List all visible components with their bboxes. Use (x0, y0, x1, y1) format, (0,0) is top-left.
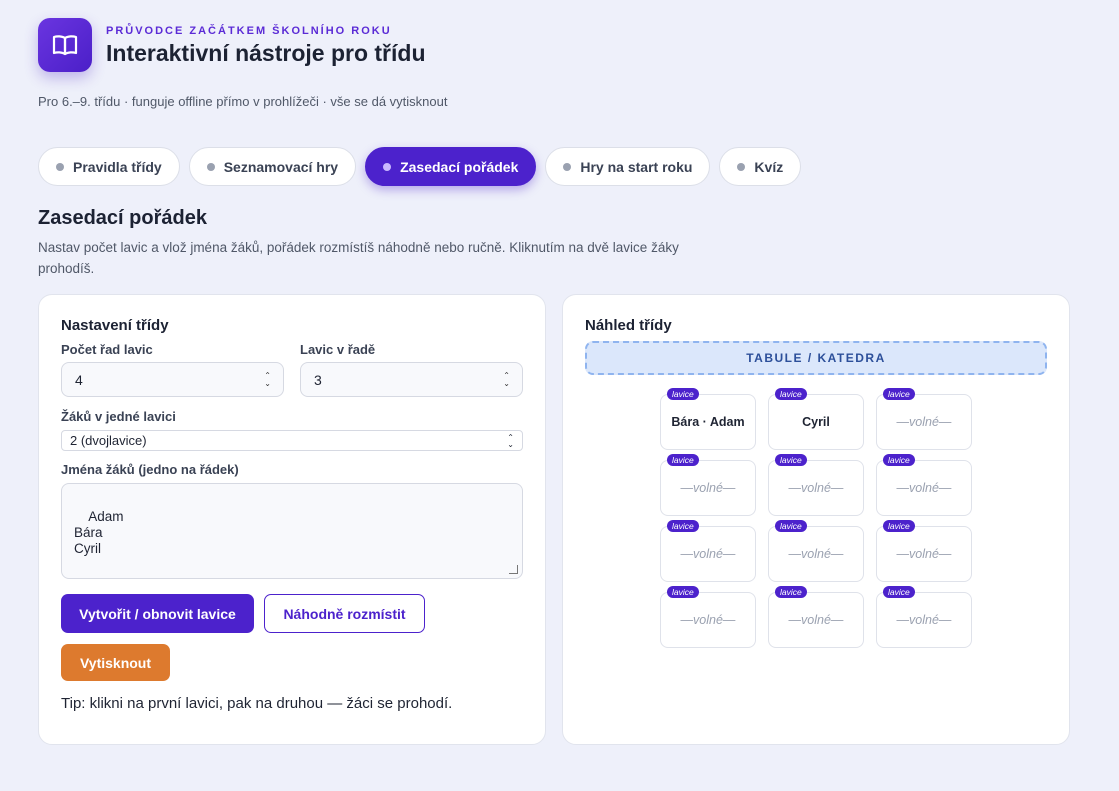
tab-dot-icon (56, 162, 64, 171)
desk-badge: lavice (883, 388, 915, 400)
per-row-value: 3 (314, 371, 322, 388)
desk-occupants: —volné— (680, 481, 736, 495)
desk[interactable]: lavice Bára · Adam (660, 388, 756, 450)
header-kicker: PRŮVODCE ZAČÁTKEM ŠKOLNÍHO ROKU (106, 25, 392, 37)
desk-occupants: —volné— (896, 481, 952, 495)
rows-label: Počet řad lavic (61, 342, 153, 357)
tab-seating-plan[interactable]: Zasedací pořádek (365, 147, 537, 186)
desk-badge: lavice (775, 586, 807, 598)
page-title: Interaktivní nástroje pro třídu (106, 40, 426, 66)
per-row-label: Lavic v řadě (300, 342, 376, 357)
resize-handle-icon[interactable] (509, 565, 518, 574)
desk-badge: lavice (775, 388, 807, 400)
tab-start-games[interactable]: Hry na start roku (545, 147, 711, 186)
open-book-icon (38, 18, 92, 72)
tab-dot-icon (206, 162, 215, 171)
tab-label: Kvíz (754, 158, 784, 175)
desk-badge: lavice (667, 388, 699, 400)
per-desk-value: 2 (dvojlavice) (70, 433, 147, 448)
tab-dot-icon (383, 162, 392, 171)
tab-dot-icon (737, 162, 746, 171)
desk[interactable]: lavice —volné— (768, 454, 864, 516)
per-desk-select[interactable]: 2 (dvojlavice) ⌃ ⌄ (61, 430, 523, 451)
app-header: PRŮVODCE ZAČÁTKEM ŠKOLNÍHO ROKU Interakt… (38, 18, 426, 72)
tab-dot-icon (563, 162, 572, 171)
stepper-icon: ⌃ ⌄ (503, 371, 510, 388)
stepper-icon: ⌃ ⌄ (264, 371, 271, 388)
tab-rules[interactable]: Pravidla třídy (38, 147, 180, 186)
desk[interactable]: lavice —volné— (768, 586, 864, 648)
rows-input[interactable]: 4 ⌃ ⌄ (61, 362, 284, 397)
preview-card: Náhled třídy TABULE / KATEDRA lavice Bára… (562, 294, 1070, 745)
tab-icebreakers[interactable]: Seznamovací hry (188, 147, 357, 186)
desk[interactable]: lavice Cyril (768, 388, 864, 450)
names-value: Adam Bára Cyril (74, 509, 124, 556)
desk-occupants: Cyril (802, 415, 830, 429)
desk-badge: lavice (883, 520, 915, 532)
desk[interactable]: lavice —volné— (876, 388, 972, 450)
tab-label: Hry na start roku (580, 158, 693, 175)
desk[interactable]: lavice —volné— (660, 520, 756, 582)
preview-title: Náhled třídy (585, 317, 672, 334)
names-label: Jména žáků (jedno na řádek) (61, 462, 239, 477)
section-description: Nastav počet lavic a vlož jména žáků, po… (38, 240, 679, 276)
desk-badge: lavice (667, 454, 699, 466)
desk[interactable]: lavice —volné— (660, 454, 756, 516)
desk-occupants: Bára · Adam (671, 415, 745, 429)
desk-badge: lavice (667, 586, 699, 598)
desk-occupants: —volné— (680, 613, 736, 627)
tab-bar: Pravidla třídy Seznamovací hry Zasedací … (38, 147, 802, 186)
tab-label: Zasedací pořádek (400, 158, 519, 175)
desk-badge: lavice (775, 520, 807, 532)
per-desk-label: Žáků v jedné lavici (61, 409, 176, 424)
desk-occupants: —volné— (896, 547, 952, 561)
print-button[interactable]: Vytisknout (61, 644, 170, 681)
desk-badge: lavice (775, 454, 807, 466)
desk-occupants: —volné— (896, 415, 952, 429)
per-row-input[interactable]: 3 ⌃ ⌄ (300, 362, 523, 397)
desk-occupants: —volné— (896, 613, 952, 627)
rows-value: 4 (75, 371, 83, 388)
desk-badge: lavice (667, 520, 699, 532)
teacher-board: TABULE / KATEDRA (585, 341, 1047, 375)
create-desks-button[interactable]: Vytvořit / obnovit lavice (61, 594, 254, 633)
desk-badge: lavice (883, 586, 915, 598)
desk[interactable]: lavice —volné— (768, 520, 864, 582)
tab-label: Pravidla třídy (73, 158, 162, 175)
desk-occupants: —volné— (788, 613, 844, 627)
desk[interactable]: lavice —volné— (660, 586, 756, 648)
names-textarea[interactable]: Adam Bára Cyril (61, 483, 523, 579)
desk-occupants: —volné— (788, 481, 844, 495)
desk[interactable]: lavice —volné— (876, 520, 972, 582)
desk-occupants: —volné— (680, 547, 736, 561)
select-chevron-icon: ⌃ ⌄ (507, 433, 514, 449)
desk-occupants: —volné— (788, 547, 844, 561)
page-subtitle: Pro 6.–9. třídu · funguje offline přímo … (38, 94, 448, 109)
desk[interactable]: lavice —volné— (876, 454, 972, 516)
tab-quiz[interactable]: Kvíz (719, 147, 802, 186)
section-title: Zasedací pořádek (38, 207, 207, 229)
desk-badge: lavice (883, 454, 915, 466)
desk[interactable]: lavice —volné— (876, 586, 972, 648)
tab-label: Seznamovací hry (223, 158, 339, 175)
random-seat-button[interactable]: Náhodně rozmístit (264, 594, 425, 633)
tip-text: Tip: klikni na první lavici, pak na druh… (61, 695, 453, 712)
desk-grid: lavice Bára · Adam lavice Cyril lavice —vol… (660, 388, 972, 648)
settings-card: Nastavení třídy Počet řad lavic 4 ⌃ ⌄ Lav… (38, 294, 546, 745)
settings-title: Nastavení třídy (61, 317, 169, 334)
